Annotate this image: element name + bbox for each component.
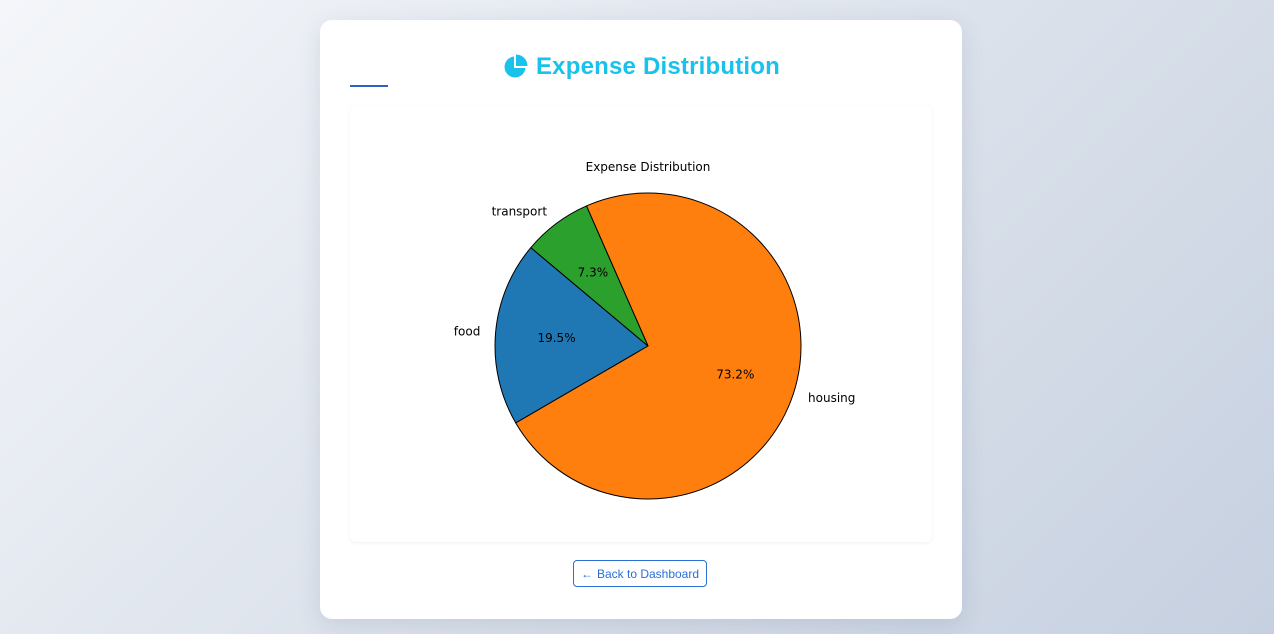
- pie-chart-icon: [502, 54, 528, 80]
- title-underline: [350, 85, 388, 87]
- slice-label-food: food: [454, 325, 481, 339]
- back-button-label: Back to Dashboard: [596, 566, 700, 581]
- pie-chart: Expense Distribution food 19.5% housing 73.…: [454, 160, 855, 500]
- chart-title: Expense Distribution: [586, 160, 711, 174]
- pie-slices: [494, 192, 802, 500]
- page-header: Expense Distribution: [320, 50, 962, 84]
- slice-percent-transport: 7.3%: [578, 266, 609, 280]
- page-title: Expense Distribution: [535, 53, 781, 80]
- slice-label-transport: transport: [492, 204, 548, 218]
- slice-percent-food: 19.5%: [537, 331, 575, 345]
- back-to-dashboard-button[interactable]: ← Back to Dashboard: [573, 560, 707, 587]
- slice-percent-housing: 73.2%: [716, 367, 754, 381]
- arrow-left-icon: ←: [580, 566, 593, 581]
- chart-panel: Expense Distribution food 19.5% housing 73.…: [350, 106, 932, 542]
- chart-card: Expense Distribution Expense Distributio…: [320, 20, 962, 619]
- slice-label-housing: housing: [808, 391, 855, 405]
